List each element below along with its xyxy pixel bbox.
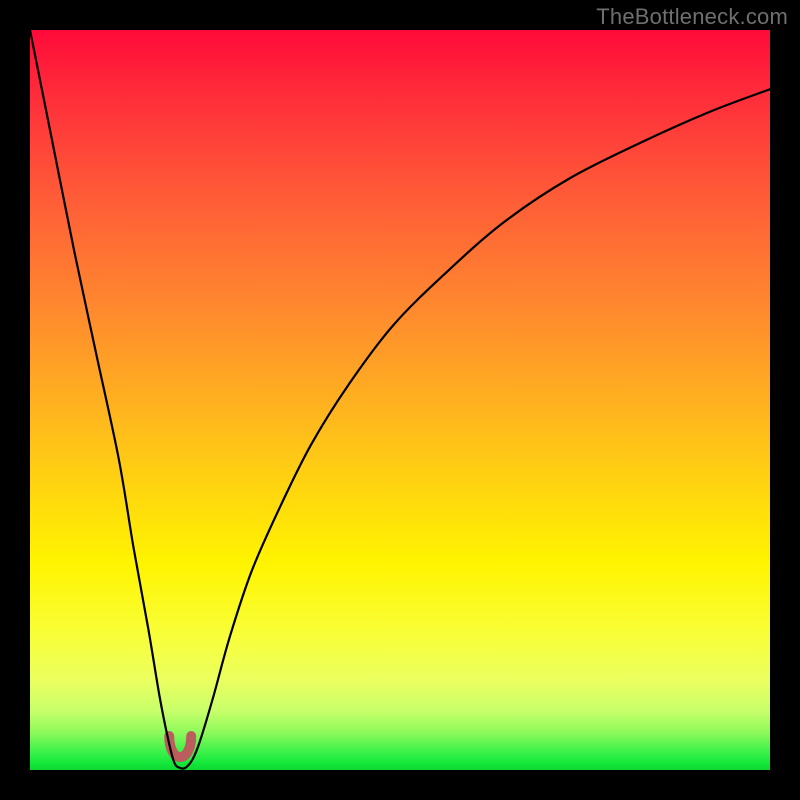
curve-svg <box>30 30 770 770</box>
bottleneck-curve <box>30 30 770 769</box>
plot-area <box>30 30 770 770</box>
chart-frame: TheBottleneck.com <box>0 0 800 800</box>
watermark-text: TheBottleneck.com <box>596 4 788 30</box>
